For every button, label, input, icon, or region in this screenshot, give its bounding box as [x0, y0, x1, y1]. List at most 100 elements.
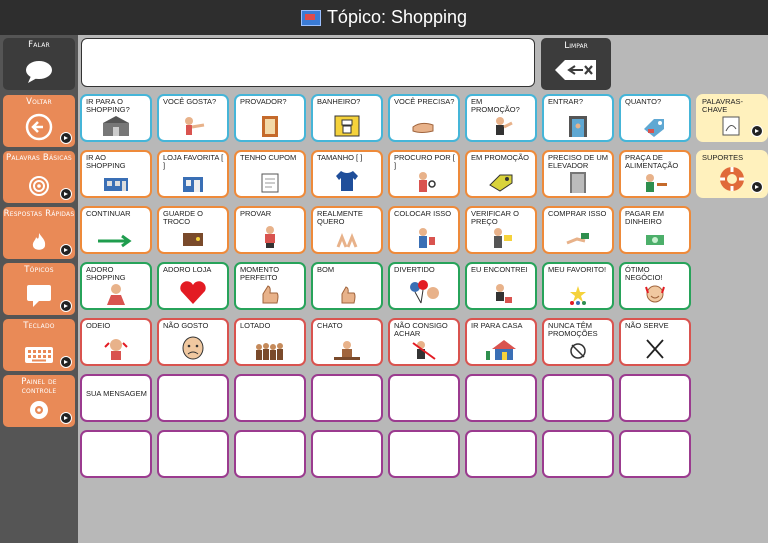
cell-em-promocao-q[interactable]: Em promoção? [465, 94, 537, 142]
cell-colocar-isso[interactable]: Colocar isso [388, 206, 460, 254]
cell-empty[interactable] [465, 430, 537, 478]
cell-momento-perfeito[interactable]: Momento perfeito [234, 262, 306, 310]
cell-empty[interactable] [465, 374, 537, 422]
cell-label: Tamanho [ ] [317, 153, 363, 162]
cell-tenho-cupom[interactable]: Tenho cupom [234, 150, 306, 198]
sidebar-item-label: Respostas Rápidas [3, 209, 75, 219]
cell-empty[interactable] [542, 430, 614, 478]
door-icon [544, 113, 612, 137]
cell-odeio[interactable]: Odeio [80, 318, 152, 366]
more-icon [60, 132, 72, 144]
more-icon [751, 181, 763, 193]
cell-provar[interactable]: Provar [234, 206, 306, 254]
cell-empty[interactable] [619, 430, 691, 478]
more-icon [60, 412, 72, 424]
cell-empty[interactable] [234, 430, 306, 478]
crowd-icon [236, 337, 304, 361]
cell-divertido[interactable]: Divertido [388, 262, 460, 310]
cell-voce-precisa[interactable]: Você precisa? [388, 94, 460, 142]
cell-quanto[interactable]: Quanto? [619, 94, 691, 142]
cell-label: Em promoção [471, 153, 529, 162]
cell-label: Quanto? [625, 97, 662, 106]
cell-banheiro[interactable]: Banheiro? [311, 94, 383, 142]
cell-label: Verificar o preço [471, 209, 519, 226]
elevator-icon [544, 169, 612, 193]
cell-empty[interactable] [234, 374, 306, 422]
cell-label: Chato [317, 321, 343, 330]
cell-verificar-o-preco[interactable]: Verificar o preço [465, 206, 537, 254]
cell-entrar[interactable]: Entrar? [542, 94, 614, 142]
sidebar-item-palavras-basicas[interactable]: Palavras Básicas [3, 151, 75, 203]
message-box[interactable] [81, 38, 535, 87]
cell-eu-encontrei[interactable]: Eu encontrei [465, 262, 537, 310]
storefront-icon [159, 169, 227, 193]
cell-ir-ao-shopping[interactable]: Ir ao shopping [80, 150, 152, 198]
cell-ir-para-casa[interactable]: Ir para casa [465, 318, 537, 366]
cell-label: Lotado [240, 321, 271, 330]
try-on-icon [236, 225, 304, 249]
coupon-icon [236, 169, 304, 193]
no-sale-icon [544, 337, 612, 361]
sidebar-item-voltar[interactable]: Voltar [3, 95, 75, 147]
cell-guarde-o-troco[interactable]: Guarde o troco [157, 206, 229, 254]
mall-icon [82, 113, 150, 137]
angry-icon [82, 337, 150, 361]
cell-empty[interactable] [311, 374, 383, 422]
page-title: Tópico: Shopping [326, 7, 468, 27]
cell-empty[interactable] [80, 430, 152, 478]
cell-preciso-de-um-elevador[interactable]: Preciso de um elevador [542, 150, 614, 198]
cell-provador[interactable]: Provador? [234, 94, 306, 142]
cell-otimo-negocio[interactable]: Ótimo negócio! [619, 262, 691, 310]
cell-tamanho[interactable]: Tamanho [ ] [311, 150, 383, 198]
cell-empty[interactable] [619, 374, 691, 422]
price-tag-icon [621, 113, 689, 137]
wanting-hands-icon [313, 225, 381, 249]
cell-empty[interactable] [388, 430, 460, 478]
cell-comprar-isso[interactable]: Comprar isso [542, 206, 614, 254]
cell-praca-de-alimentacao[interactable]: Praça de alimentação [619, 150, 691, 198]
more-icon [60, 188, 72, 200]
sidebar-item-label: Painel de controle [21, 377, 57, 396]
cell-empty[interactable] [157, 430, 229, 478]
cell-voce-gosta[interactable]: Você gosta? [157, 94, 229, 142]
house-icon [467, 337, 535, 361]
more-icon [751, 125, 763, 137]
sidebar-item-respostas-rapidas[interactable]: Respostas Rápidas [3, 207, 75, 259]
cell-meu-favorito[interactable]: Meu favorito! [542, 262, 614, 310]
cell-pagar-em-dinheiro[interactable]: Pagar em dinheiro [619, 206, 691, 254]
cell-realmente-quero[interactable]: Realmente quero [311, 206, 383, 254]
sidebar-item-painel-de-controle[interactable]: Painel de controle [3, 375, 75, 427]
cell-lotado[interactable]: Lotado [234, 318, 306, 366]
cell-empty[interactable] [157, 374, 229, 422]
wallet-icon [159, 225, 227, 249]
more-icon [60, 300, 72, 312]
cell-empty[interactable] [542, 374, 614, 422]
cell-bom[interactable]: Bom [311, 262, 383, 310]
cell-nao-serve[interactable]: Não serve [619, 318, 691, 366]
searching-person-icon [390, 169, 458, 193]
cell-suportes[interactable]: Suportes [696, 150, 768, 198]
cell-nao-consigo-achar[interactable]: Não consigo achar [388, 318, 460, 366]
cell-empty[interactable] [388, 374, 460, 422]
cell-procuro-por[interactable]: Procuro por [ ] [388, 150, 460, 198]
speak-button[interactable]: Falar [3, 38, 75, 90]
cell-label: Procuro por [ ] [394, 153, 455, 170]
cell-empty[interactable] [311, 430, 383, 478]
sidebar-item-teclado[interactable]: Teclado [3, 319, 75, 371]
cell-palavras-chave[interactable]: Palavras-chave [696, 94, 768, 142]
clear-button[interactable]: Limpar [541, 38, 611, 90]
cell-continuar[interactable]: Continuar [80, 206, 152, 254]
cell-adoro-loja[interactable]: Adoro loja [157, 262, 229, 310]
cell-label: Nunca têm promoções [548, 321, 598, 338]
thumbs-up-icon [236, 281, 304, 305]
sidebar-item-topicos[interactable]: Tópicos [3, 263, 75, 315]
cell-nunca-tem-promocoes[interactable]: Nunca têm promoções [542, 318, 614, 366]
cell-ir-para-o-shopping[interactable]: Ir para o shopping? [80, 94, 152, 142]
cell-nao-gosto[interactable]: Não gosto [157, 318, 229, 366]
cell-chato[interactable]: Chato [311, 318, 383, 366]
cell-adoro-shopping[interactable]: Adoro shopping [80, 262, 152, 310]
cell-em-promocao[interactable]: Em promoção [465, 150, 537, 198]
cell-loja-favorita[interactable]: Loja favorita [ ] [157, 150, 229, 198]
sidebar: Falar Voltar Palavras Básicas Respostas … [0, 35, 78, 543]
cell-sua-mensagem[interactable]: Sua mensagem [80, 374, 152, 422]
